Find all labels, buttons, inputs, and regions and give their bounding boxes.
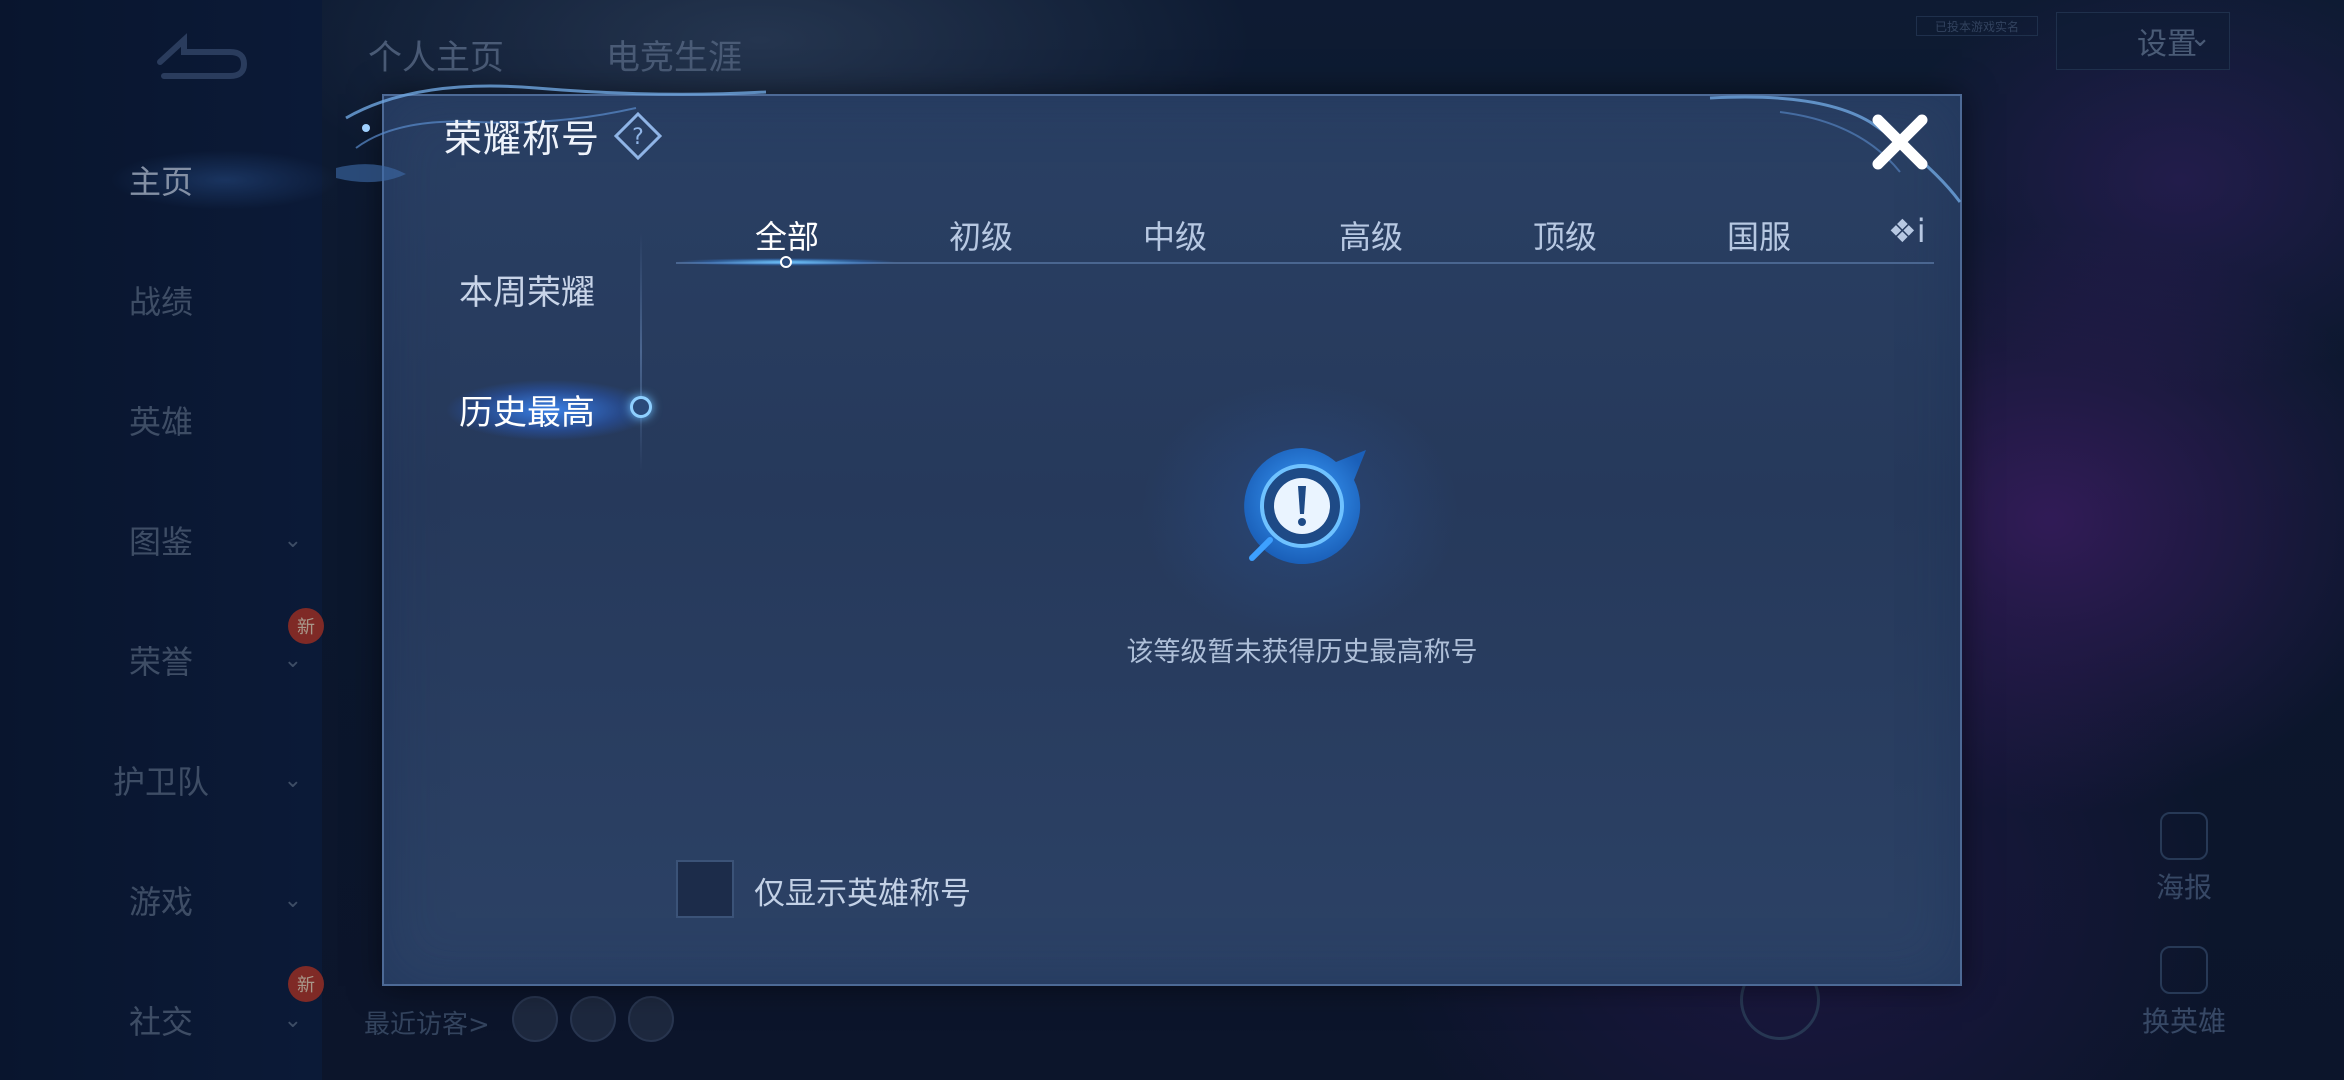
hero-title-only-checkbox[interactable] bbox=[676, 860, 734, 918]
tab-beginner[interactable]: 初级 bbox=[906, 212, 1056, 258]
checkbox-label[interactable]: 仅显示英雄称号 bbox=[754, 868, 971, 913]
side-tab-history-best[interactable]: 历史最高 bbox=[422, 374, 632, 444]
close-x-icon[interactable] bbox=[1868, 110, 1932, 174]
empty-state-message: 该等级暂未获得历史最高称号 bbox=[1126, 637, 1478, 668]
tab-all[interactable]: 全部 bbox=[712, 212, 862, 258]
side-tab-weekly[interactable]: 本周荣耀 bbox=[422, 254, 632, 324]
svg-text:?: ? bbox=[632, 125, 644, 150]
tab-top[interactable]: 顶级 bbox=[1490, 212, 1640, 258]
tab-more-partial[interactable]: ❖i bbox=[1888, 212, 1926, 250]
tab-intermediate[interactable]: 中级 bbox=[1100, 212, 1250, 258]
tab-national[interactable]: 国服 bbox=[1684, 212, 1834, 258]
exclamation-emblem-icon bbox=[1244, 448, 1366, 564]
question-diamond-icon[interactable]: ? bbox=[614, 112, 662, 160]
tab-advanced[interactable]: 高级 bbox=[1296, 212, 1446, 258]
dialog-title: 荣耀称号 bbox=[444, 117, 601, 161]
tab-active-dot bbox=[780, 256, 792, 268]
active-indicator-dot bbox=[630, 396, 652, 418]
